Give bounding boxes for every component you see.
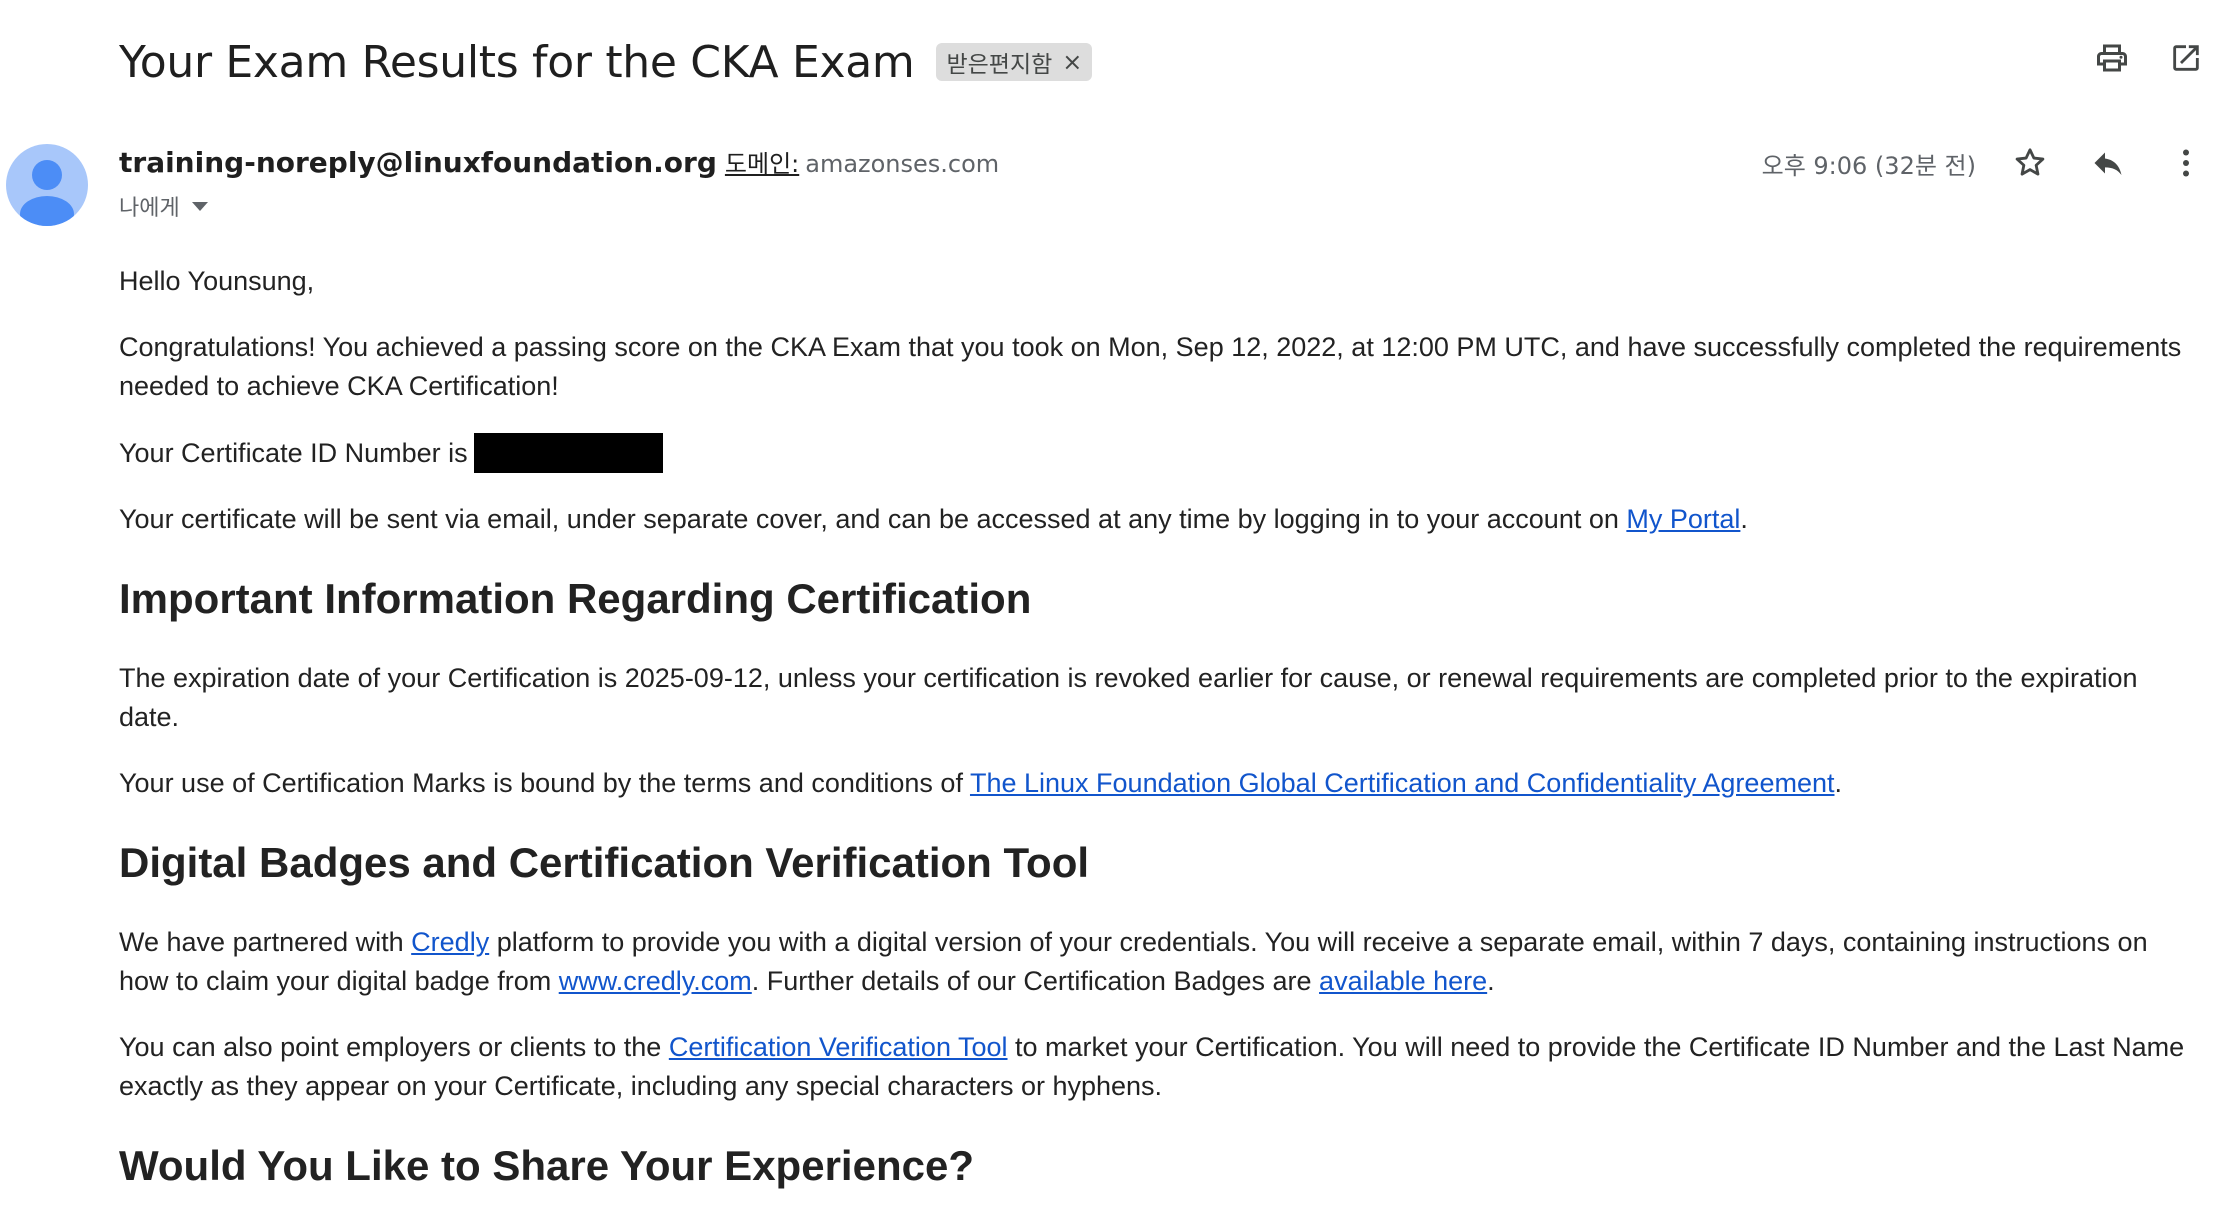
badges-paragraph: We have partnered with Credly platform t… <box>119 923 2199 1001</box>
expiration-paragraph: The expiration date of your Certificatio… <box>119 663 2138 732</box>
congrats-paragraph: Congratulations! You achieved a passing … <box>119 332 2182 401</box>
domain-value: amazonses.com <box>805 150 1000 178</box>
period: . <box>1834 768 1842 798</box>
verification-paragraph: You can also point employers or clients … <box>119 1028 2199 1106</box>
recipient-details-toggle[interactable]: 나에게 <box>119 190 208 222</box>
redacted-certificate-id <box>473 433 663 473</box>
agreement-link[interactable]: The Linux Foundation Global Certificatio… <box>970 768 1835 798</box>
share-experience-heading: Would You Like to Share Your Experience? <box>119 1142 974 1189</box>
email-subject: Your Exam Results for the CKA Exam <box>119 36 915 88</box>
certificate-id-paragraph: Your Certificate ID Number is <box>119 433 2199 473</box>
inbox-label-text: 받은편지함 <box>946 52 1053 78</box>
credly-link[interactable]: Credly <box>411 927 489 957</box>
partnered-text: We have partnered with <box>119 927 412 957</box>
timestamp: 오후 9:06 (32분 전) <box>1761 151 1976 180</box>
marks-text: Your use of Certification Marks is bound… <box>119 768 970 798</box>
more-vert-icon[interactable] <box>2166 143 2206 183</box>
inbox-label-chip[interactable]: 받은편지함 × <box>936 43 1093 81</box>
important-info-heading: Important Information Regarding Certific… <box>119 575 1032 622</box>
verify-text: You can also point employers or clients … <box>119 1032 669 1062</box>
domain-label[interactable]: 도메인: <box>725 144 799 179</box>
badges-heading: Digital Badges and Certification Verific… <box>119 839 1090 886</box>
caret-down-icon <box>191 201 208 211</box>
available-here-link[interactable]: available here <box>1319 966 1487 996</box>
credly-site-link[interactable]: www.credly.com <box>559 966 752 996</box>
certificate-id-label: Your Certificate ID Number is <box>119 438 468 468</box>
remove-label-icon[interactable]: × <box>1062 48 1082 76</box>
sender-email[interactable]: training-noreply@linuxfoundation.org <box>119 146 717 179</box>
greeting: Hello Younsung, <box>119 266 315 296</box>
star-icon[interactable] <box>2010 143 2050 183</box>
certificate-delivery-paragraph: Your certificate will be sent via email,… <box>119 500 2199 539</box>
sender-avatar[interactable] <box>6 144 88 226</box>
message-body: Hello Younsung, Congratulations! You ach… <box>119 262 2199 1226</box>
recipient-label: 나에게 <box>119 196 180 221</box>
partnered-after-text: . Further details of our Certification B… <box>751 966 1320 996</box>
period: . <box>1487 966 1495 996</box>
period: . <box>1740 504 1748 534</box>
verification-tool-link[interactable]: Certification Verification Tool <box>669 1032 1008 1062</box>
reply-icon[interactable] <box>2088 143 2128 183</box>
marks-paragraph: Your use of Certification Marks is bound… <box>119 764 2199 803</box>
open-in-new-window-icon[interactable] <box>2166 38 2206 78</box>
print-icon[interactable] <box>2092 38 2132 78</box>
subject-row: Your Exam Results for the CKA Exam 받은편지함… <box>119 32 1093 92</box>
sender-row: training-noreply@linuxfoundation.org 도메인… <box>119 144 999 179</box>
message-meta: 오후 9:06 (32분 전) <box>1762 143 2206 183</box>
my-portal-link[interactable]: My Portal <box>1626 504 1740 534</box>
certificate-delivery-text: Your certificate will be sent via email,… <box>119 504 1627 534</box>
top-actions <box>2092 38 2206 78</box>
